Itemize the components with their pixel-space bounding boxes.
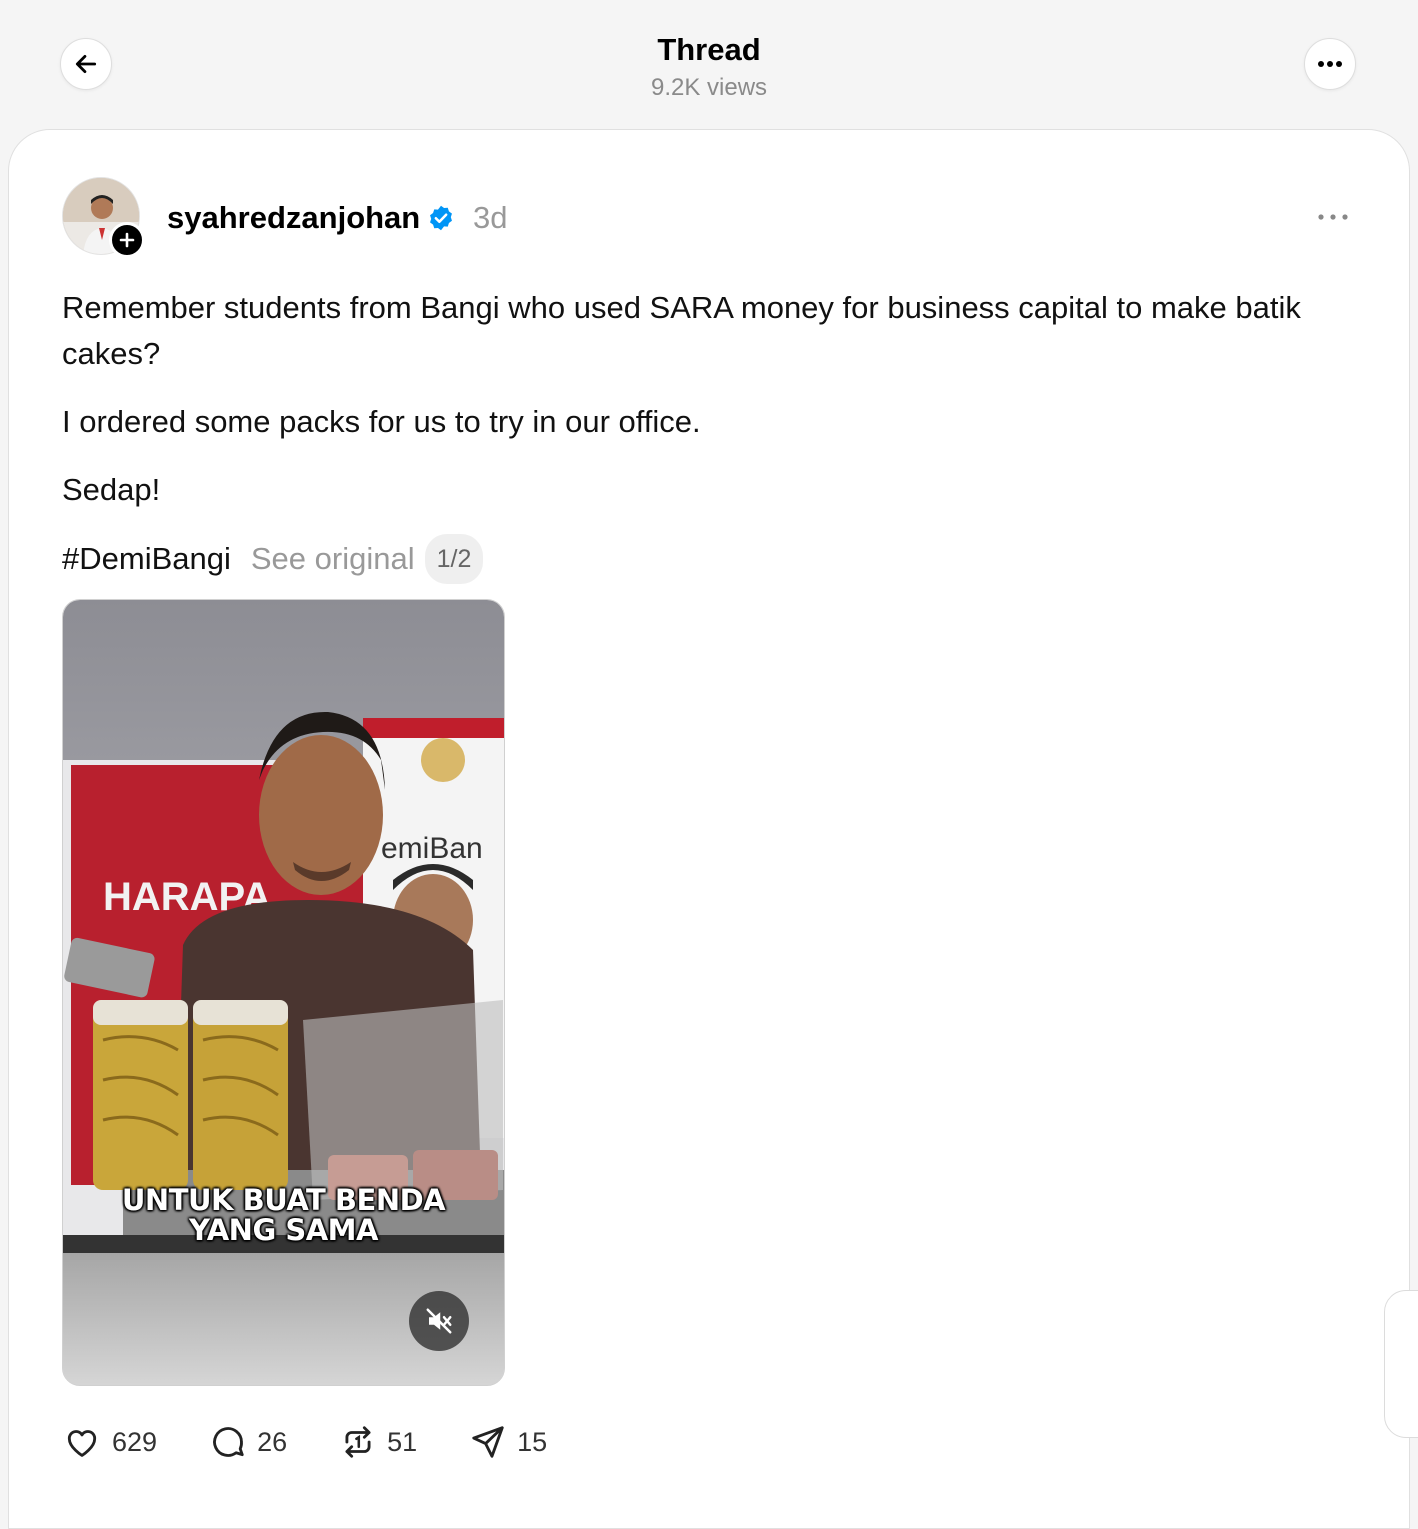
thread-options-button[interactable] bbox=[1304, 38, 1356, 90]
top-bar: Thread 9.2K views bbox=[0, 0, 1418, 130]
speaker-muted-icon bbox=[426, 1308, 452, 1334]
hashtag-link[interactable]: #DemiBangi bbox=[62, 541, 231, 577]
video-frame: HARAPA emiBan bbox=[63, 600, 504, 1385]
more-horizontal-icon bbox=[1318, 61, 1342, 67]
action-bar: 629 26 51 15 bbox=[62, 1420, 599, 1464]
plus-icon bbox=[119, 232, 135, 248]
follow-plus-button[interactable] bbox=[109, 222, 145, 258]
reply-count: 26 bbox=[257, 1426, 288, 1457]
more-horizontal-icon bbox=[1318, 214, 1348, 220]
like-count: 629 bbox=[112, 1426, 158, 1457]
banner-text: emiBan bbox=[381, 832, 483, 865]
post-card: syahredzanjohan 3d Remember students fro… bbox=[8, 129, 1410, 1529]
video-caption: UNTUK BUAT BENDA YANG SAMA bbox=[63, 1185, 504, 1245]
share-button[interactable]: 15 bbox=[469, 1423, 547, 1461]
see-original-link[interactable]: See original bbox=[251, 541, 415, 577]
post-timestamp[interactable]: 3d bbox=[473, 198, 507, 238]
post-text-paragraph: Remember students from Bangi who used SA… bbox=[62, 290, 1301, 371]
views-count: 9.2K views bbox=[650, 74, 768, 101]
post-options-button[interactable] bbox=[1315, 202, 1351, 232]
comment-icon bbox=[213, 1427, 244, 1457]
verified-badge-icon bbox=[430, 205, 452, 231]
share-count: 15 bbox=[517, 1426, 548, 1457]
post-text-paragraph: I ordered some packs for us to try in ou… bbox=[62, 404, 701, 439]
side-panel-tab[interactable] bbox=[1384, 1290, 1418, 1438]
repost-icon bbox=[345, 1426, 371, 1458]
repost-button[interactable]: 51 bbox=[339, 1423, 417, 1461]
page-title: Thread bbox=[657, 32, 761, 67]
post-text-paragraph: Sedap! bbox=[62, 472, 161, 507]
heart-icon bbox=[67, 1430, 97, 1457]
like-button[interactable]: 629 bbox=[62, 1423, 157, 1461]
caption-line: UNTUK BUAT BENDA bbox=[121, 1183, 446, 1217]
video-thumbnail[interactable]: HARAPA emiBan UNTUK BUAT BENDA YANG SAMA bbox=[62, 599, 505, 1386]
username-link[interactable]: syahredzanjohan bbox=[167, 198, 420, 238]
mute-toggle-button[interactable] bbox=[409, 1291, 469, 1351]
header-title-group: Thread 9.2K views bbox=[0, 30, 1418, 104]
hashtag-row: #DemiBangi See original 1/2 bbox=[62, 534, 484, 584]
send-icon bbox=[472, 1426, 504, 1458]
media-counter-badge: 1/2 bbox=[424, 534, 484, 584]
caption-line: YANG SAMA bbox=[189, 1213, 378, 1247]
reply-button[interactable]: 26 bbox=[209, 1423, 287, 1461]
repost-count: 51 bbox=[387, 1426, 418, 1457]
